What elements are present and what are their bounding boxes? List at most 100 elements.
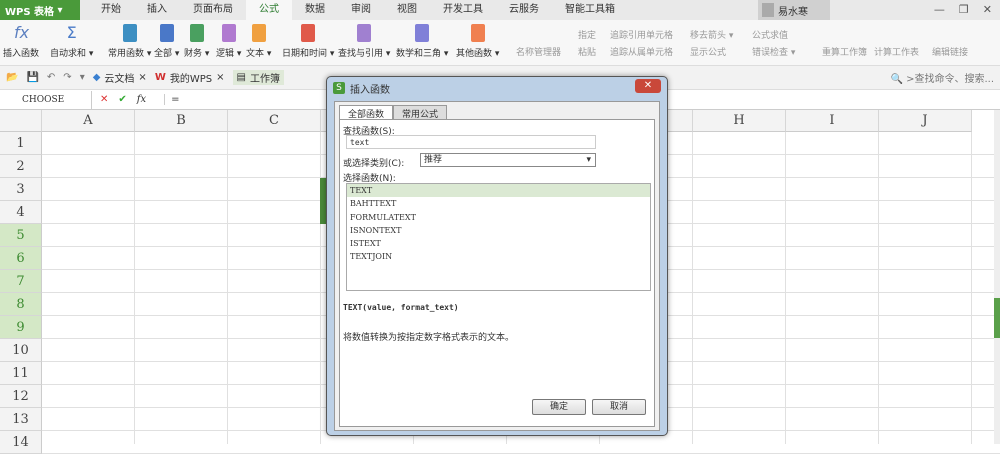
ok-button[interactable]: 确定 — [532, 399, 586, 415]
confirm-formula-icon[interactable]: ✔ — [118, 94, 126, 105]
row-header-1[interactable]: 1 — [0, 132, 42, 155]
row-header-5[interactable]: 5 — [0, 224, 42, 247]
column-header-B[interactable]: B — [135, 110, 228, 132]
ribbon-gray-button-9[interactable]: 重算工作簿 — [822, 45, 867, 58]
tab-7[interactable]: 开发工具 — [430, 0, 496, 20]
ribbon-gray-button-0[interactable]: 名称管理器 — [516, 45, 561, 58]
doc-tab-mywps[interactable]: W 我的WPS × — [155, 70, 225, 85]
ribbon-button-3[interactable]: 全部 ▾ — [154, 24, 179, 59]
ribbon-button-label: 编辑链接 — [932, 48, 969, 58]
function-list-item[interactable]: ISTEXT — [347, 237, 650, 250]
function-list-item[interactable]: TEXTJOIN — [347, 250, 650, 263]
category-select[interactable]: 推荐 ▾ — [420, 153, 596, 167]
name-box[interactable]: CHOOSE — [0, 90, 92, 109]
tab-1[interactable]: 插入 — [134, 0, 180, 20]
minimize-icon[interactable]: — — [934, 3, 945, 16]
function-list[interactable]: TEXT BAHTTEXT FORMULATEXT ISNONTEXT ISTEXT TE… — [346, 183, 651, 291]
row-header-3[interactable]: 3 — [0, 178, 42, 201]
dialog-close-button[interactable]: ✕ — [635, 79, 661, 93]
function-search-input[interactable]: text — [346, 135, 596, 149]
function-list-item[interactable]: ISNONTEXT — [347, 224, 650, 237]
row-header-4[interactable]: 4 — [0, 201, 42, 224]
ribbon-button-2[interactable]: 常用函数 ▾ — [108, 24, 151, 59]
ribbon-gray-button-10[interactable]: 计算工作表 — [874, 45, 919, 58]
ribbon-button-label: 移去箭头 ▾ — [690, 31, 734, 41]
cancel-button[interactable]: 取消 — [592, 399, 646, 415]
ribbon-button-10[interactable]: 其他函数 ▾ — [456, 24, 499, 59]
row-header-13[interactable]: 13 — [0, 408, 42, 431]
fx-icon[interactable]: fx — [137, 94, 146, 105]
ribbon-button-4[interactable]: 财务 ▾ — [184, 24, 209, 59]
column-header-H[interactable]: H — [693, 110, 786, 132]
function-category-icon — [221, 24, 236, 42]
dialog-title: 插入函数 — [350, 84, 390, 96]
ribbon-button-7[interactable]: 日期和时间 ▾ — [282, 24, 334, 59]
doc-tab-workbook[interactable]: ▤ 工作簿 — [232, 70, 284, 85]
dropdown-icon[interactable]: ▾ — [80, 72, 85, 83]
row-header-11[interactable]: 11 — [0, 362, 42, 385]
tab-3[interactable]: 公式 — [246, 0, 292, 20]
function-category-icon — [301, 24, 316, 42]
doc-tab-label: 我的WPS — [169, 74, 213, 85]
ribbon-button-8[interactable]: 查找与引用 ▾ — [338, 24, 390, 59]
ribbon-button-1[interactable]: Σ 自动求和 ▾ — [50, 24, 94, 60]
save-icon[interactable]: 💾 — [26, 72, 38, 83]
tab-8[interactable]: 云服务 — [496, 0, 552, 20]
ribbon-button-0[interactable]: fx 插入函数 — [3, 24, 39, 60]
column-header-J[interactable]: J — [879, 110, 972, 132]
cancel-formula-icon[interactable]: ✕ — [100, 94, 108, 105]
gridline — [134, 132, 135, 444]
tab-0[interactable]: 开始 — [88, 0, 134, 20]
function-list-item[interactable]: FORMULATEXT — [347, 211, 650, 224]
tab-4[interactable]: 数据 — [292, 0, 338, 20]
tab-5[interactable]: 审阅 — [338, 0, 384, 20]
column-header-I[interactable]: I — [786, 110, 879, 132]
ribbon-gray-button-5[interactable]: 公式求值 — [752, 28, 788, 41]
ribbon-button-label: 自动求和 ▾ — [50, 49, 94, 59]
function-category-icon — [251, 24, 266, 42]
command-search[interactable]: 🔍 >查找命令、搜索... — [890, 70, 994, 85]
tab-9[interactable]: 智能工具箱 — [552, 0, 628, 20]
ribbon-gray-button-8[interactable]: 错误检查 ▾ — [752, 45, 795, 58]
ribbon-gray-button-7[interactable]: 显示公式 — [690, 45, 726, 58]
row-header-12[interactable]: 12 — [0, 385, 42, 408]
user-account[interactable]: 易水寒 — [758, 0, 830, 20]
column-header-C[interactable]: C — [228, 110, 321, 132]
app-logo[interactable]: WPS 表格 ▾ — [0, 0, 80, 20]
close-icon[interactable]: ✕ — [983, 3, 992, 16]
row-header-14[interactable]: 14 — [0, 431, 42, 454]
select-all-corner[interactable] — [0, 110, 42, 132]
row-header-2[interactable]: 2 — [0, 155, 42, 178]
gridline — [227, 132, 228, 444]
ribbon-gray-button-1[interactable]: 指定 — [578, 28, 596, 41]
tab-6[interactable]: 视图 — [384, 0, 430, 20]
row-header-7[interactable]: 7 — [0, 270, 42, 293]
row-header-6[interactable]: 6 — [0, 247, 42, 270]
function-list-item[interactable]: BAHTTEXT — [347, 197, 650, 210]
vertical-scrollbar[interactable] — [994, 110, 1000, 444]
ribbon-button-label: 查找与引用 ▾ — [338, 49, 391, 59]
restore-icon[interactable]: ❐ — [959, 3, 969, 16]
ribbon-button-label: 粘贴 — [578, 48, 597, 58]
redo-icon[interactable]: ↷ — [63, 72, 71, 83]
tab-2[interactable]: 页面布局 — [180, 0, 246, 20]
ribbon-gray-button-4[interactable]: 移去箭头 ▾ — [690, 28, 733, 41]
ribbon-button-6[interactable]: 文本 ▾ — [246, 24, 271, 59]
ribbon-gray-button-11[interactable]: 编辑链接 — [932, 45, 968, 58]
undo-icon[interactable]: ↶ — [47, 72, 55, 83]
row-header-10[interactable]: 10 — [0, 339, 42, 362]
ribbon-gray-button-3[interactable]: 追踪引用单元格 — [610, 28, 673, 41]
cloud-icon: ◆ — [92, 72, 101, 83]
doc-tab-cloud[interactable]: ◆ 云文档 × — [93, 70, 147, 85]
ribbon-button-5[interactable]: 逻辑 ▾ — [216, 24, 241, 59]
row-header-8[interactable]: 8 — [0, 293, 42, 316]
ribbon-button-9[interactable]: 数学和三角 ▾ — [396, 24, 448, 59]
open-icon[interactable]: 📂 — [6, 72, 18, 83]
scroll-thumb[interactable] — [994, 298, 1000, 338]
ribbon-gray-button-6[interactable]: 追踪从属单元格 — [610, 45, 673, 58]
function-list-item[interactable]: TEXT — [347, 184, 650, 198]
ribbon-gray-button-2[interactable]: 粘贴 — [578, 45, 596, 58]
function-category-icon — [122, 24, 137, 42]
column-header-A[interactable]: A — [42, 110, 135, 132]
row-header-9[interactable]: 9 — [0, 316, 42, 339]
